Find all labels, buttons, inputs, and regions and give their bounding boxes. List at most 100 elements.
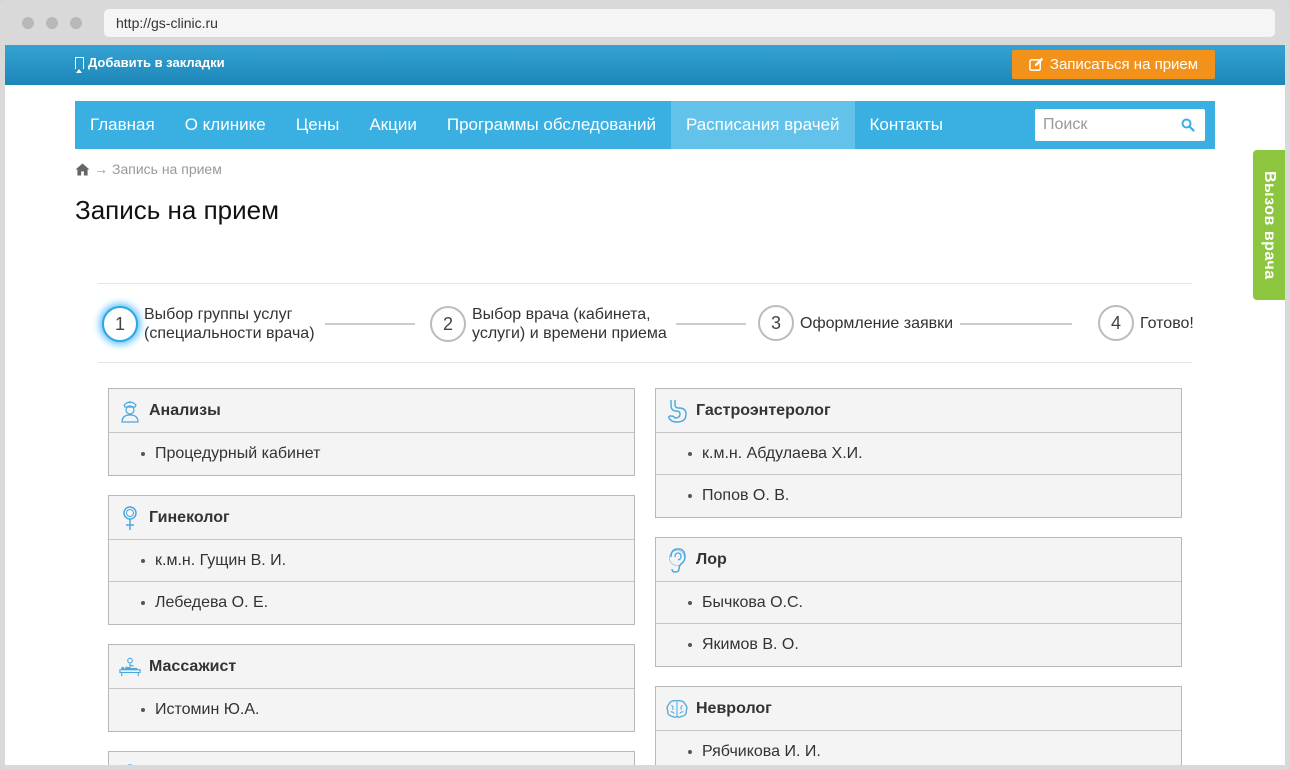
step-connector bbox=[325, 323, 415, 325]
service-group-gynecologist: Гинеколог к.м.н. Гущин В. И. Лебедева О.… bbox=[108, 495, 635, 625]
nav-item-contacts[interactable]: Контакты bbox=[855, 101, 958, 149]
appointment-label: Записаться на прием bbox=[1049, 56, 1199, 73]
doctor-name: Процедурный кабинет bbox=[155, 445, 321, 462]
service-group-title: Лор bbox=[696, 550, 727, 568]
search-box bbox=[1035, 109, 1205, 141]
window-maximize-dot[interactable] bbox=[70, 17, 82, 29]
nav-item-about[interactable]: О клинике bbox=[170, 101, 281, 149]
doctor-item[interactable]: Истомин Ю.А. bbox=[109, 689, 634, 731]
service-group-header[interactable]: Лор bbox=[656, 538, 1181, 582]
call-doctor-tab[interactable]: Вызов врача bbox=[1253, 150, 1285, 300]
service-group-header[interactable] bbox=[109, 752, 634, 765]
bookmark-label: Добавить в закладки bbox=[88, 55, 225, 70]
doctor-item[interactable]: Бычкова О.С. bbox=[656, 582, 1181, 624]
home-icon[interactable] bbox=[75, 162, 90, 176]
step-label: Выбор группы услуг (специальности врача) bbox=[144, 305, 315, 343]
doctor-name: Попов О. В. bbox=[702, 487, 790, 504]
step-label-line: (специальности врача) bbox=[144, 325, 315, 342]
nurse-icon bbox=[119, 761, 141, 765]
doctor-name: к.м.н. Гущин В. И. bbox=[155, 551, 287, 569]
service-group-header[interactable]: Невролог bbox=[656, 687, 1181, 731]
edit-icon bbox=[1029, 57, 1044, 71]
nav-item-home[interactable]: Главная bbox=[75, 101, 170, 149]
doctor-name: Бычкова О.С. bbox=[702, 593, 803, 611]
step-3: 3 Оформление заявки bbox=[758, 305, 953, 341]
service-group-title: Анализы bbox=[149, 401, 221, 419]
breadcrumb-current: Запись на прием bbox=[112, 161, 222, 177]
bullet bbox=[141, 558, 145, 563]
service-group-ent: Лор Бычкова О.С. Якимов В. О. bbox=[655, 537, 1182, 667]
breadcrumb: → Запись на прием bbox=[75, 161, 222, 177]
doctor-name: Лебедева О. Е. bbox=[155, 594, 269, 611]
ear-icon bbox=[666, 547, 688, 573]
doctor-name: Якимов В. О. bbox=[702, 636, 799, 653]
step-label-line: услуги) и времени приема bbox=[472, 325, 667, 342]
service-group-analyses: Анализы Процедурный кабинет bbox=[108, 388, 635, 476]
service-group-gastro: Гастроэнтеролог к.м.н. Абдулаева Х.И. По… bbox=[655, 388, 1182, 518]
browser-window: http://gs-clinic.ru Добавить в закладки … bbox=[0, 0, 1290, 770]
bullet bbox=[688, 494, 692, 498]
step-number: 1 bbox=[102, 306, 138, 342]
step-number: 4 bbox=[1098, 305, 1134, 341]
step-label-line: Выбор группы услуг bbox=[144, 306, 293, 323]
service-group-header[interactable]: Гастроэнтеролог bbox=[656, 389, 1181, 433]
massage-icon bbox=[119, 654, 141, 680]
breadcrumb-arrow: → bbox=[94, 161, 108, 177]
bullet bbox=[688, 600, 692, 605]
booking-stepper: 1 Выбор группы услуг (специальности врач… bbox=[98, 283, 1194, 363]
main-nav: Главная О клинике Цены Акции Программы о… bbox=[75, 101, 1215, 149]
nav-item-promotions[interactable]: Акции bbox=[354, 101, 432, 149]
service-group-partial bbox=[108, 751, 635, 765]
doctor-item[interactable]: к.м.н. Абдулаева Х.И. bbox=[656, 433, 1181, 475]
doctor-item[interactable]: Рябчикова И. И. bbox=[656, 731, 1181, 765]
page-title: Запись на прием bbox=[75, 195, 279, 225]
step-label: Выбор врача (кабинета, услуги) и времени… bbox=[472, 305, 667, 343]
service-group-title: Невролог bbox=[696, 699, 772, 717]
step-number: 3 bbox=[758, 305, 794, 341]
brain-icon bbox=[666, 696, 688, 722]
step-1: 1 Выбор группы услуг (специальности врач… bbox=[102, 305, 315, 343]
service-group-header[interactable]: Анализы bbox=[109, 389, 634, 433]
bookmark-icon bbox=[75, 56, 84, 73]
step-label: Готово! bbox=[1140, 314, 1194, 332]
bullet bbox=[688, 750, 692, 754]
service-group-title: Гастроэнтеролог bbox=[696, 401, 831, 419]
doctor-item[interactable]: Лебедева О. Е. bbox=[109, 582, 634, 624]
service-group-header[interactable]: Массажист bbox=[109, 645, 634, 689]
stomach-icon bbox=[666, 398, 688, 424]
nav-item-schedules[interactable]: Расписания врачей bbox=[670, 101, 855, 149]
browser-toolbar: http://gs-clinic.ru bbox=[0, 0, 1290, 45]
step-label-line: Выбор врача (кабинета, bbox=[472, 306, 651, 323]
bullet bbox=[141, 708, 145, 712]
doctor-item[interactable]: Якимов В. О. bbox=[656, 624, 1181, 666]
bullet bbox=[688, 451, 692, 456]
appointment-button[interactable]: Записаться на прием bbox=[1012, 50, 1215, 79]
bullet bbox=[141, 601, 145, 605]
window-close-dot[interactable] bbox=[22, 17, 34, 29]
step-4: 4 Готово! bbox=[1098, 305, 1194, 341]
doctor-item[interactable]: к.м.н. Гущин В. И. bbox=[109, 540, 634, 582]
page-viewport: Добавить в закладки Записаться на прием … bbox=[5, 45, 1285, 765]
step-number: 2 bbox=[430, 306, 466, 342]
search-input[interactable] bbox=[1035, 116, 1175, 134]
top-bar: Добавить в закладки Записаться на прием bbox=[5, 45, 1285, 85]
doctor-item[interactable]: Попов О. В. bbox=[656, 475, 1181, 517]
bullet bbox=[688, 643, 692, 647]
address-bar[interactable]: http://gs-clinic.ru bbox=[104, 9, 1275, 37]
search-icon[interactable] bbox=[1181, 118, 1195, 132]
service-group-header[interactable]: Гинеколог bbox=[109, 496, 634, 540]
doctor-name: Рябчикова И. И. bbox=[702, 743, 821, 760]
doctor-item[interactable]: Процедурный кабинет bbox=[109, 433, 634, 475]
service-group-title: Гинеколог bbox=[149, 508, 230, 526]
bookmark-link[interactable]: Добавить в закладки bbox=[75, 55, 225, 73]
service-group-title: Массажист bbox=[149, 657, 237, 675]
step-2: 2 Выбор врача (кабинета, услуги) и време… bbox=[430, 305, 667, 343]
call-doctor-label: Вызов врача bbox=[1261, 170, 1278, 280]
bullet bbox=[141, 452, 145, 456]
nav-item-prices[interactable]: Цены bbox=[281, 101, 355, 149]
service-group-neurologist: Невролог Рябчикова И. И. bbox=[655, 686, 1182, 765]
window-minimize-dot[interactable] bbox=[46, 17, 58, 29]
nav-item-programs[interactable]: Программы обследований bbox=[432, 101, 671, 149]
doctor-name: Истомин Ю.А. bbox=[155, 701, 260, 718]
female-icon bbox=[119, 505, 141, 531]
